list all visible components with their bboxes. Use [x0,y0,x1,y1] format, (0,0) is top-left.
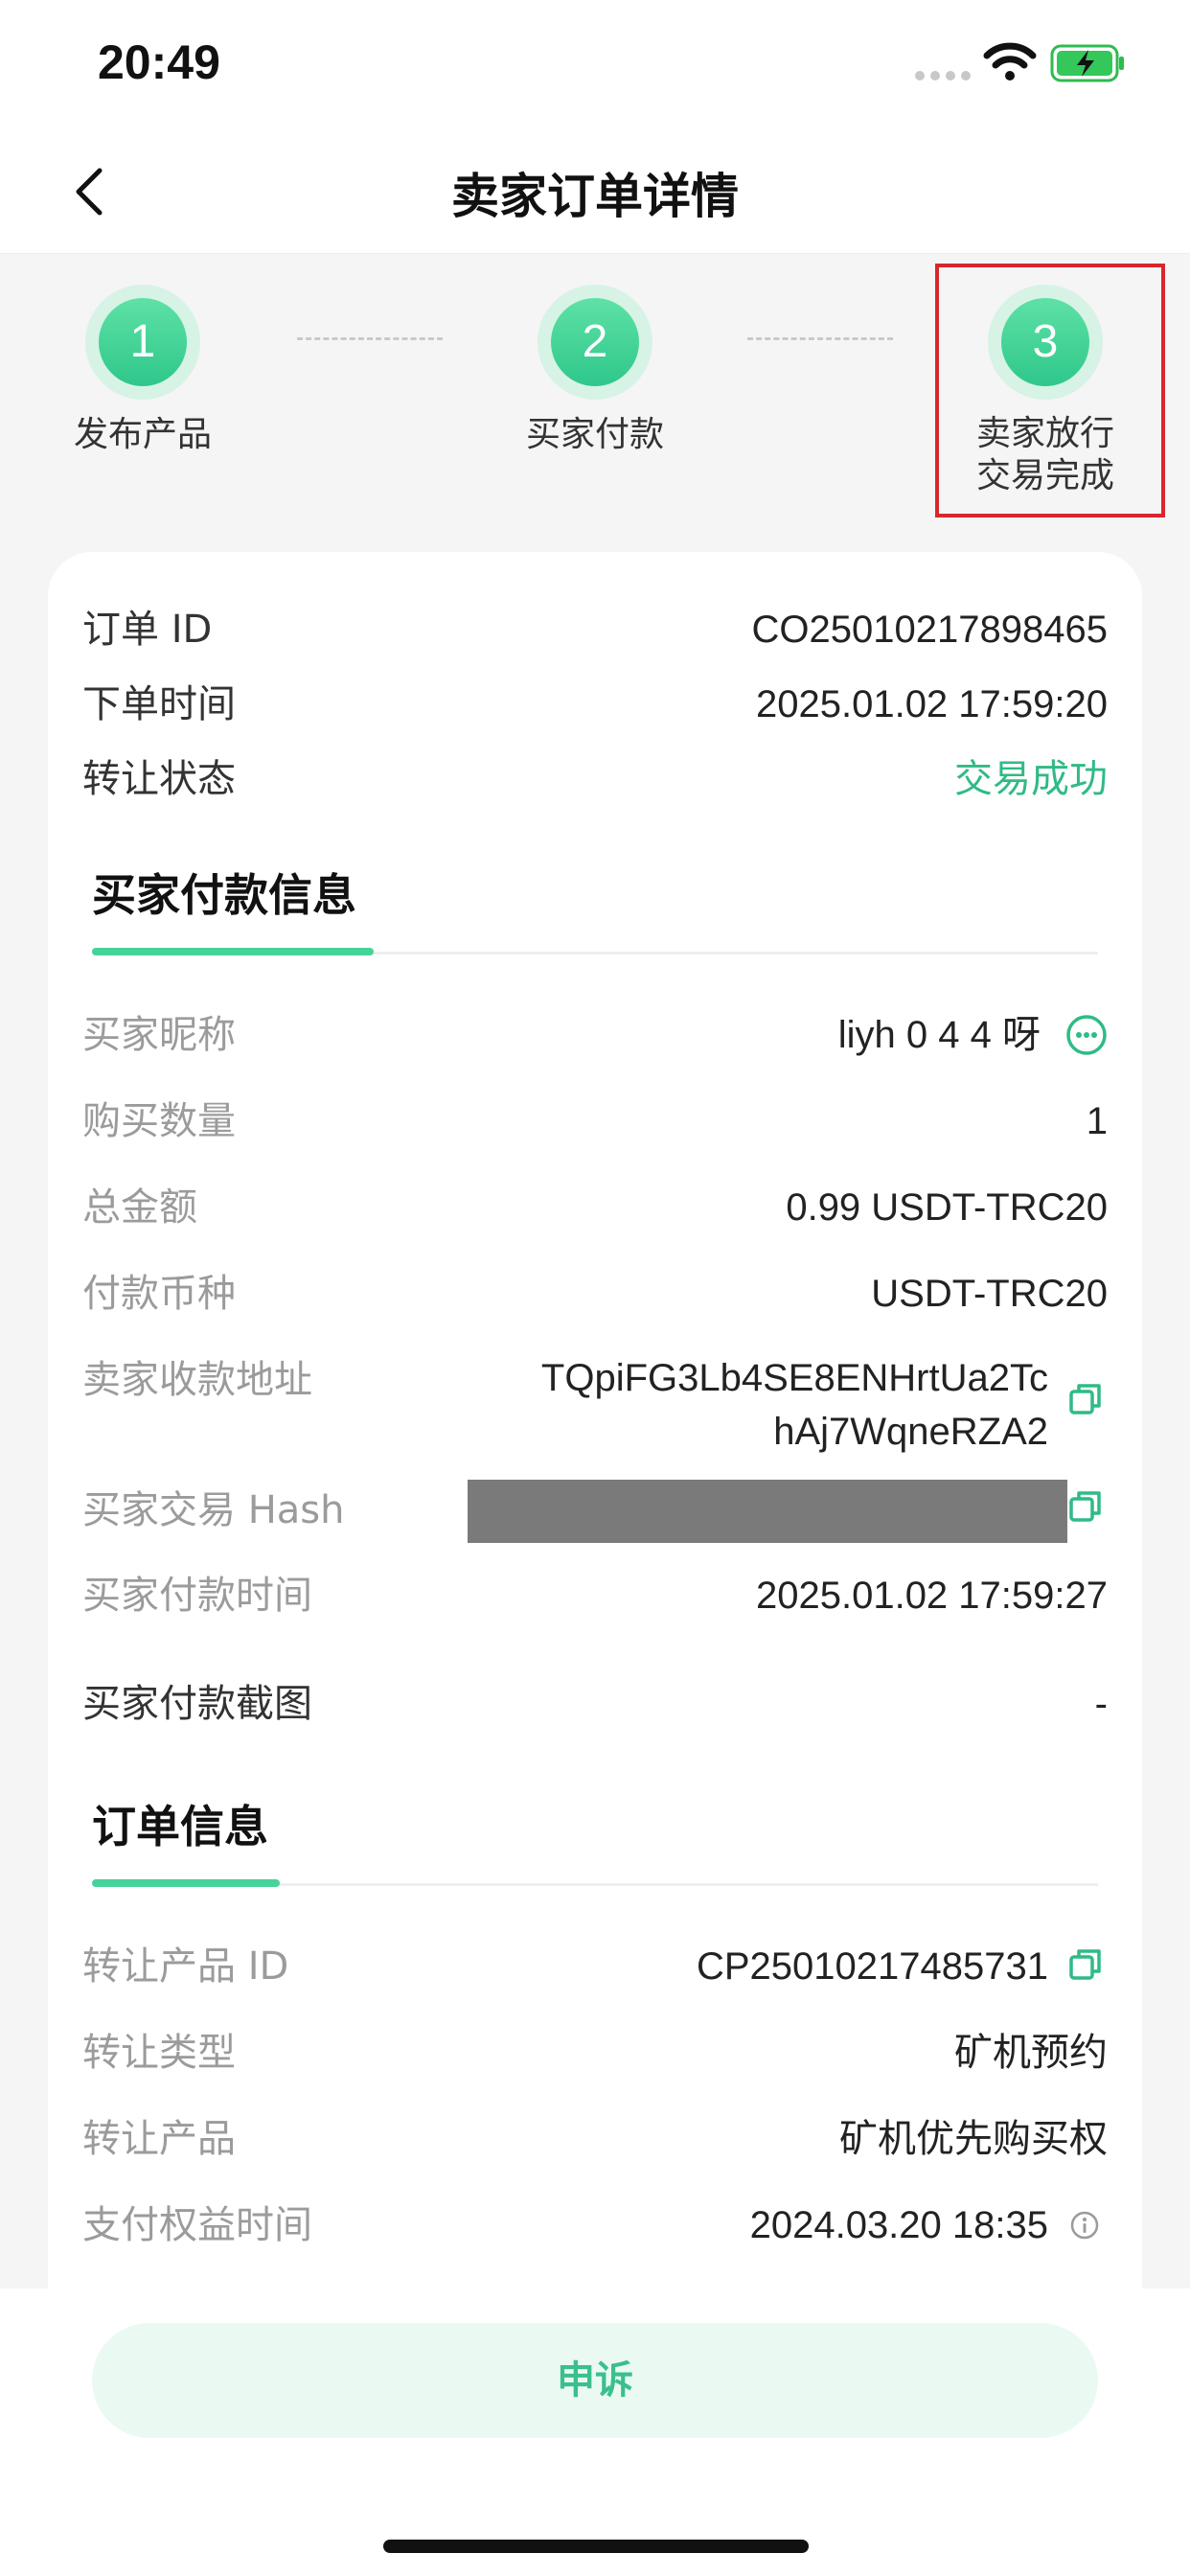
highlight-box [935,264,1165,518]
buyer-nickname-value: liyh 0 4 4 呀 [837,1014,1041,1056]
transfer-type-value: 矿机预约 [954,2032,1108,2074]
step-connector [747,337,893,340]
benefit-time-label: 支付权益时间 [82,2203,312,2247]
transfer-status-value: 交易成功 [954,758,1108,800]
seller-address-label: 卖家收款地址 [82,1358,312,1402]
copy-product-id-icon[interactable] [1067,1946,1104,1983]
seller-address-line1: TQpiFG3Lb4SE8ENHrtUa2Tc [540,1357,1048,1399]
order-time-row: 下单时间 2025.01.02 17:59:20 [82,676,1108,733]
bottom-action-bar: 申诉 [0,2288,1190,2576]
nav-bar: 卖家订单详情 [0,129,1190,254]
appeal-button[interactable]: 申诉 [92,2323,1098,2438]
transfer-status-label: 转让状态 [82,757,236,801]
seller-address-row: 卖家收款地址 TQpiFG3Lb4SE8ENHrtUa2Tc hAj7WqneR… [82,1351,1108,1466]
step-label: 发布产品 [73,415,212,454]
step-publish-product: 1 发布产品 [23,285,263,457]
purchase-quantity-row: 购买数量 1 [82,1092,1108,1150]
buyer-nickname-label: 买家昵称 [82,1013,236,1057]
section-title-order-info: 订单信息 [92,1801,268,1852]
page-title: 卖家订单详情 [451,169,739,224]
buyer-pay-time-value: 2025.01.02 17:59:27 [755,1575,1108,1617]
step-label: 买家付款 [525,415,664,454]
wifi-icon [983,42,1037,80]
status-bar: 20:49 [0,0,1190,129]
chat-icon[interactable] [1065,1014,1108,1056]
total-amount-label: 总金额 [82,1185,197,1230]
payment-currency-label: 付款币种 [82,1272,236,1316]
buyer-screenshot-value: - [1094,1683,1108,1725]
info-icon[interactable] [1069,2210,1100,2241]
product-id-row: 转让产品 ID CP25010217485731 [82,1938,1108,1995]
section-indicator [92,948,374,955]
transfer-type-row: 转让类型 矿机预约 [82,2024,1108,2082]
step-buyer-payment: 2 买家付款 [475,285,715,457]
section-indicator [92,1879,280,1887]
product-id-value: CP25010217485731 [696,1945,1048,1988]
purchase-quantity-label: 购买数量 [82,1099,236,1143]
order-time-label: 下单时间 [82,682,236,726]
buyer-pay-time-label: 买家付款时间 [82,1574,312,1618]
total-amount-value: 0.99 USDT-TRC20 [786,1186,1108,1229]
product-id-label: 转让产品 ID [82,1944,289,1989]
payment-currency-row: 付款币种 USDT-TRC20 [82,1265,1108,1322]
payment-currency-value: USDT-TRC20 [871,1273,1108,1315]
transfer-type-label: 转让类型 [82,2031,236,2075]
benefit-time-value: 2024.03.20 18:35 [749,2204,1048,2246]
transfer-product-label: 转让产品 [82,2117,236,2161]
purchase-quantity-value: 1 [1086,1100,1108,1142]
copy-hash-icon[interactable] [1067,1488,1104,1525]
redacted-hash [468,1480,1067,1543]
cellular-signal-icon [915,71,971,80]
seller-address-line2: hAj7WqneRZA2 [773,1411,1048,1453]
battery-charging-icon [1050,44,1124,82]
transfer-product-value: 矿机优先购买权 [839,2118,1108,2160]
section-title-buyer-payment: 买家付款信息 [92,869,356,921]
status-time: 20:49 [98,35,220,89]
order-id-row: 订单 ID CO25010217898465 [82,601,1108,658]
buyer-screenshot-label: 买家付款截图 [82,1682,312,1726]
buyer-nickname-row: 买家昵称 liyh 0 4 4 呀 [82,1006,1108,1064]
buyer-hash-label: 买家交易 Hash [82,1488,345,1532]
transfer-product-row: 转让产品 矿机优先购买权 [82,2110,1108,2168]
copy-address-icon[interactable] [1067,1381,1104,1417]
step-connector [297,337,443,340]
step-number: 2 [551,298,639,386]
home-indicator [383,2540,809,2553]
order-id-value: CO25010217898465 [751,609,1108,651]
order-id-label: 订单 ID [82,608,213,652]
transfer-status-row: 转让状态 交易成功 [82,750,1108,808]
total-amount-row: 总金额 0.99 USDT-TRC20 [82,1179,1108,1236]
buyer-pay-time-row: 买家付款时间 2025.01.02 17:59:27 [82,1567,1108,1624]
benefit-time-row: 支付权益时间 2024.03.20 18:35 [82,2196,1108,2254]
step-number: 1 [99,298,187,386]
order-time-value: 2025.01.02 17:59:20 [755,683,1108,725]
buyer-screenshot-row: 买家付款截图 - [82,1675,1108,1733]
